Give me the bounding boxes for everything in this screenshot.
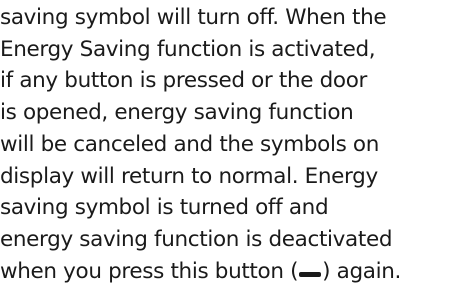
text-line: if any button is pressed or the door	[0, 68, 367, 94]
text-line: will be canceled and the symbols on	[0, 131, 380, 157]
text-segment: when you press this button (	[0, 258, 299, 284]
minus-bar-icon	[299, 271, 322, 277]
text-line-last: when you press this button ( ) again.	[0, 256, 457, 288]
manual-paragraph: saving symbol will turn off. When the En…	[0, 2, 457, 287]
text-segment: ) again.	[322, 258, 401, 284]
text-line: is opened, energy saving function	[0, 100, 354, 126]
text-line: Energy Saving function is activated,	[0, 36, 376, 62]
text-line: saving symbol is turned off and	[0, 195, 329, 221]
text-line: energy saving function is deactivated	[0, 226, 393, 252]
text-line: display will return to normal. Energy	[0, 163, 378, 189]
text-line: saving symbol will turn off. When the	[0, 5, 387, 30]
